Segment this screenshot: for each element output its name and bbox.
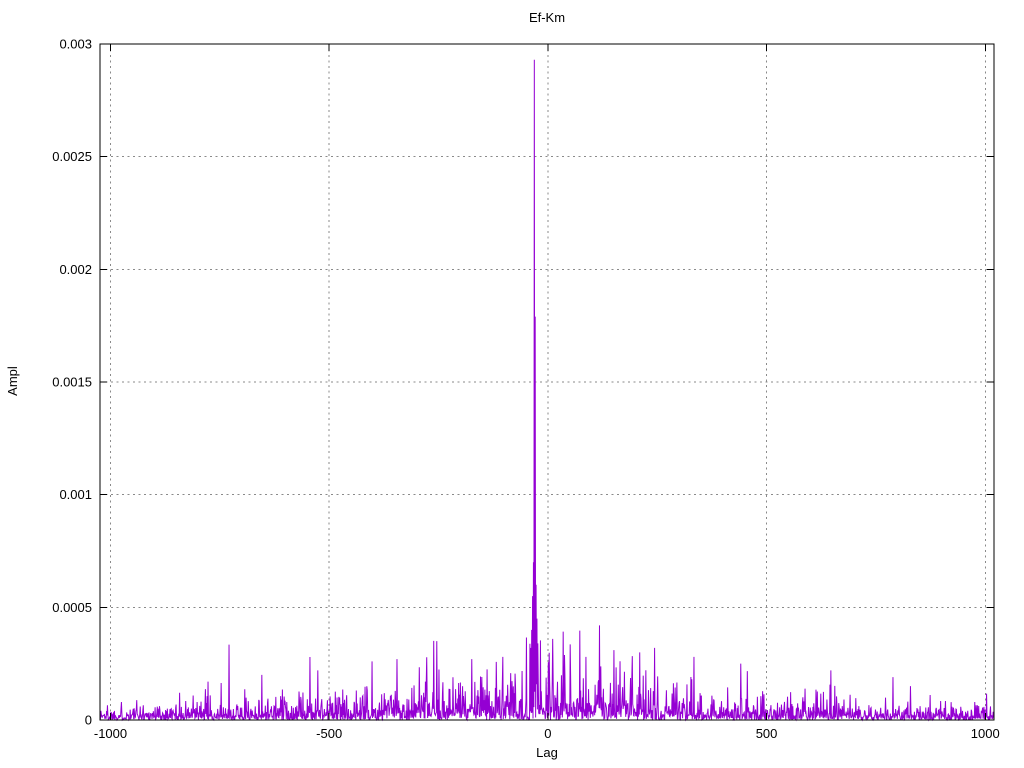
chart-title: Ef-Km (528, 10, 566, 25)
x-tick-label: 1000 (971, 726, 1000, 741)
y-tick-label: 0.0015 (52, 375, 92, 390)
y-tick-label: 0.002 (59, 262, 92, 277)
x-tick-label: 500 (756, 726, 778, 741)
plot-svg: 0 0.0005 0.001 0.0015 0.002 0.0025 0.003 -1000 -… (52, 37, 1000, 742)
y-tick-label: 0 (85, 713, 92, 728)
x-tick-label: 0 (544, 726, 551, 741)
x-axis-label: Lag (536, 745, 558, 760)
y-tick-label: 0.0025 (52, 149, 92, 164)
x-tick-label: -1000 (94, 726, 127, 741)
y-tick-label: 0.0005 (52, 600, 92, 615)
x-tick-label: -500 (316, 726, 342, 741)
y-tick-label: 0.001 (59, 487, 92, 502)
series-line (99, 59, 995, 722)
y-tick-label: 0.003 (59, 37, 92, 52)
y-axis-label: Ampl (5, 366, 20, 396)
chart: 0 0.0005 0.001 0.0015 0.002 0.0025 0.003 -1000 -… (0, 0, 1024, 768)
